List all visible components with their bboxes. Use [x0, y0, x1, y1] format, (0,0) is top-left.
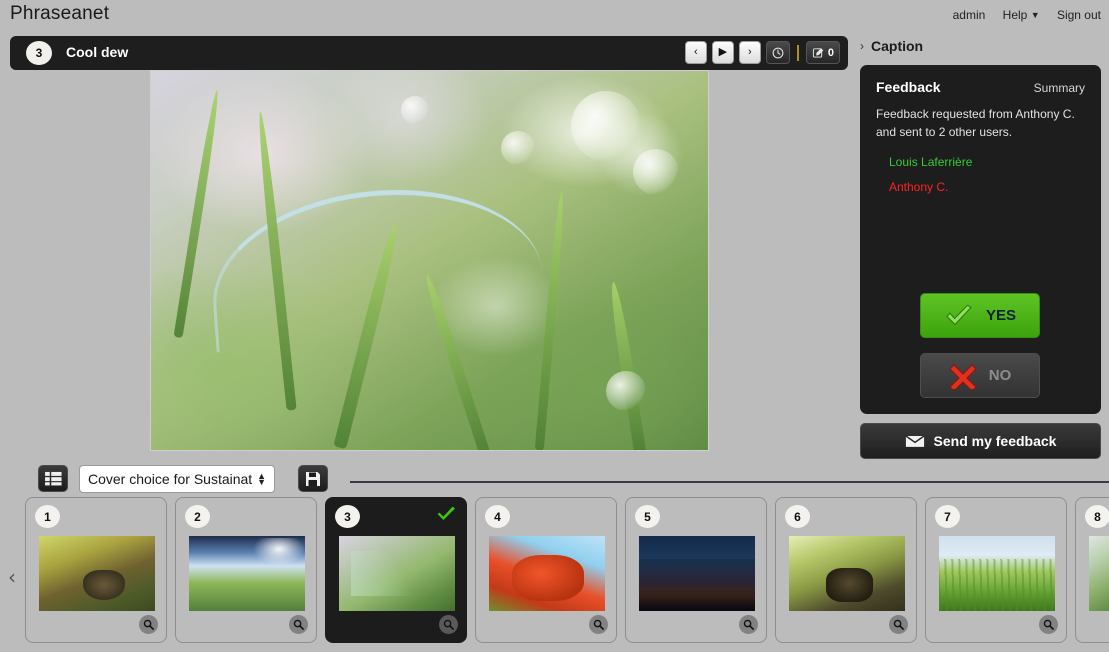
send-feedback-button[interactable]: Send my feedback — [860, 423, 1101, 459]
basket-toolbar: Cover choice for Sustainat ▲ ▼ — [0, 462, 1109, 498]
thumbnail-image — [489, 536, 605, 611]
account-username[interactable]: admin — [953, 8, 986, 22]
thumbnail-item[interactable]: 1 — [25, 497, 167, 643]
feedback-no-button[interactable]: NO — [920, 353, 1040, 398]
app-bar: Phraseanet admin Help ▼ Sign out — [0, 0, 1109, 33]
send-feedback-label: Send my feedback — [933, 433, 1057, 449]
thumbnail-image — [639, 536, 755, 611]
prev-record-button[interactable]: ‹ — [684, 41, 707, 64]
record-nav-group: ‹ ▶ › 0 — [684, 41, 840, 64]
edit-count-badge: 0 — [827, 46, 834, 59]
save-icon — [306, 471, 320, 486]
thumbnail-image — [939, 536, 1055, 611]
zoom-icon[interactable] — [139, 615, 158, 634]
feedback-no-label: NO — [988, 367, 1012, 384]
thumbnail-item[interactable]: 5 — [625, 497, 767, 643]
thumbnail-item[interactable]: 2 — [175, 497, 317, 643]
thumbnail-item[interactable]: 4 — [475, 497, 617, 643]
thumbnail-number: 4 — [485, 505, 510, 528]
thumbnail-image — [1089, 536, 1109, 611]
checkmark-icon — [946, 304, 972, 325]
thumbnail-image — [789, 536, 905, 611]
app-brand: Phraseanet — [10, 3, 110, 24]
feedback-header: Feedback Summary — [876, 79, 1085, 95]
clock-icon — [772, 47, 784, 58]
edit-caption-button[interactable]: 0 — [805, 41, 840, 64]
sign-out-button[interactable]: Sign out — [1057, 8, 1101, 22]
record-number-badge: 3 — [26, 41, 52, 65]
preview-bokeh — [501, 131, 535, 165]
preview-bokeh — [401, 96, 429, 124]
preview-bokeh — [606, 371, 646, 411]
strip-prev-arrow[interactable]: ‹ — [8, 565, 16, 589]
thumbnail-item[interactable]: 8 — [1075, 497, 1109, 643]
caption-header[interactable]: › Caption — [860, 38, 923, 54]
thumbnail-number: 6 — [785, 505, 810, 528]
record-preview-image[interactable] — [150, 70, 709, 451]
preview-bokeh — [633, 149, 679, 195]
envelope-icon — [905, 435, 925, 447]
feedback-title: Feedback — [876, 79, 941, 95]
stepper-arrows-icon: ▲ ▼ — [257, 471, 266, 487]
cross-icon — [949, 363, 977, 389]
thumbnail-item[interactable]: 6 — [775, 497, 917, 643]
account-menu: admin Help ▼ Sign out — [953, 8, 1101, 22]
thumbnail-number: 8 — [1085, 505, 1109, 528]
feedback-description-line2: and sent to 2 other users. — [876, 125, 1013, 139]
feedback-user: Louis Laferrière — [889, 155, 973, 169]
list-view-icon[interactable] — [38, 465, 68, 492]
feedback-summary-link[interactable]: Summary — [1034, 81, 1085, 95]
thumbnail-number: 2 — [185, 505, 210, 528]
thumbnail-item-selected[interactable]: 3 — [325, 497, 467, 643]
cover-choice-select[interactable]: Cover choice for Sustainat ▲ ▼ — [79, 465, 275, 493]
thumbnail-number: 3 — [335, 505, 360, 528]
caption-label: Caption — [871, 38, 924, 54]
zoom-icon[interactable] — [1039, 615, 1058, 634]
feedback-user-list: Louis Laferrière Anthony C. — [876, 150, 1085, 200]
thumbnail-image — [189, 536, 305, 611]
zoom-icon[interactable] — [739, 615, 758, 634]
feedback-yes-label: YES — [985, 307, 1016, 324]
cover-choice-value: Cover choice for Sustainat — [88, 471, 253, 487]
thumbnail-item[interactable]: 7 — [925, 497, 1067, 643]
feedback-user: Anthony C. — [889, 180, 949, 194]
preview-bokeh — [571, 91, 641, 161]
feedback-description: Feedback requested from Anthony C. and s… — [876, 105, 1085, 141]
toolbar-divider-line — [350, 481, 1109, 483]
feedback-panel: Feedback Summary Feedback requested from… — [860, 65, 1101, 414]
zoom-icon[interactable] — [289, 615, 308, 634]
history-button[interactable] — [765, 41, 790, 64]
edit-icon — [812, 47, 824, 58]
help-label: Help — [1002, 8, 1028, 22]
thumbnail-number: 1 — [35, 505, 60, 528]
thumbnail-strip: 1 2 3 4 5 6 7 8 — [25, 497, 1109, 652]
zoom-icon[interactable] — [589, 615, 608, 634]
chevron-down-icon: ▼ — [1030, 10, 1040, 20]
feedback-yes-button[interactable]: YES — [920, 293, 1040, 338]
record-title-bar: 3 Cool dew ‹ ▶ › 0 — [10, 36, 848, 70]
thumbnail-number: 7 — [935, 505, 960, 528]
record-title: Cool dew — [66, 44, 129, 60]
play-slideshow-button[interactable]: ▶ — [711, 41, 734, 64]
zoom-icon[interactable] — [889, 615, 908, 634]
chevron-right-icon: › — [860, 39, 864, 53]
toolbar-divider — [796, 44, 799, 61]
zoom-icon[interactable] — [439, 615, 458, 634]
feedback-description-line1: Feedback requested from Anthony C. — [876, 107, 1075, 121]
thumbnail-number: 5 — [635, 505, 660, 528]
next-record-button[interactable]: › — [738, 41, 761, 64]
list-glyph-icon — [44, 471, 62, 486]
preview-stage — [10, 70, 848, 458]
thumbnail-image — [39, 536, 155, 611]
selected-check-icon — [436, 506, 456, 527]
save-button[interactable] — [298, 465, 328, 492]
thumbnail-image — [339, 536, 455, 611]
help-menu-button[interactable]: Help ▼ — [1003, 8, 1040, 22]
